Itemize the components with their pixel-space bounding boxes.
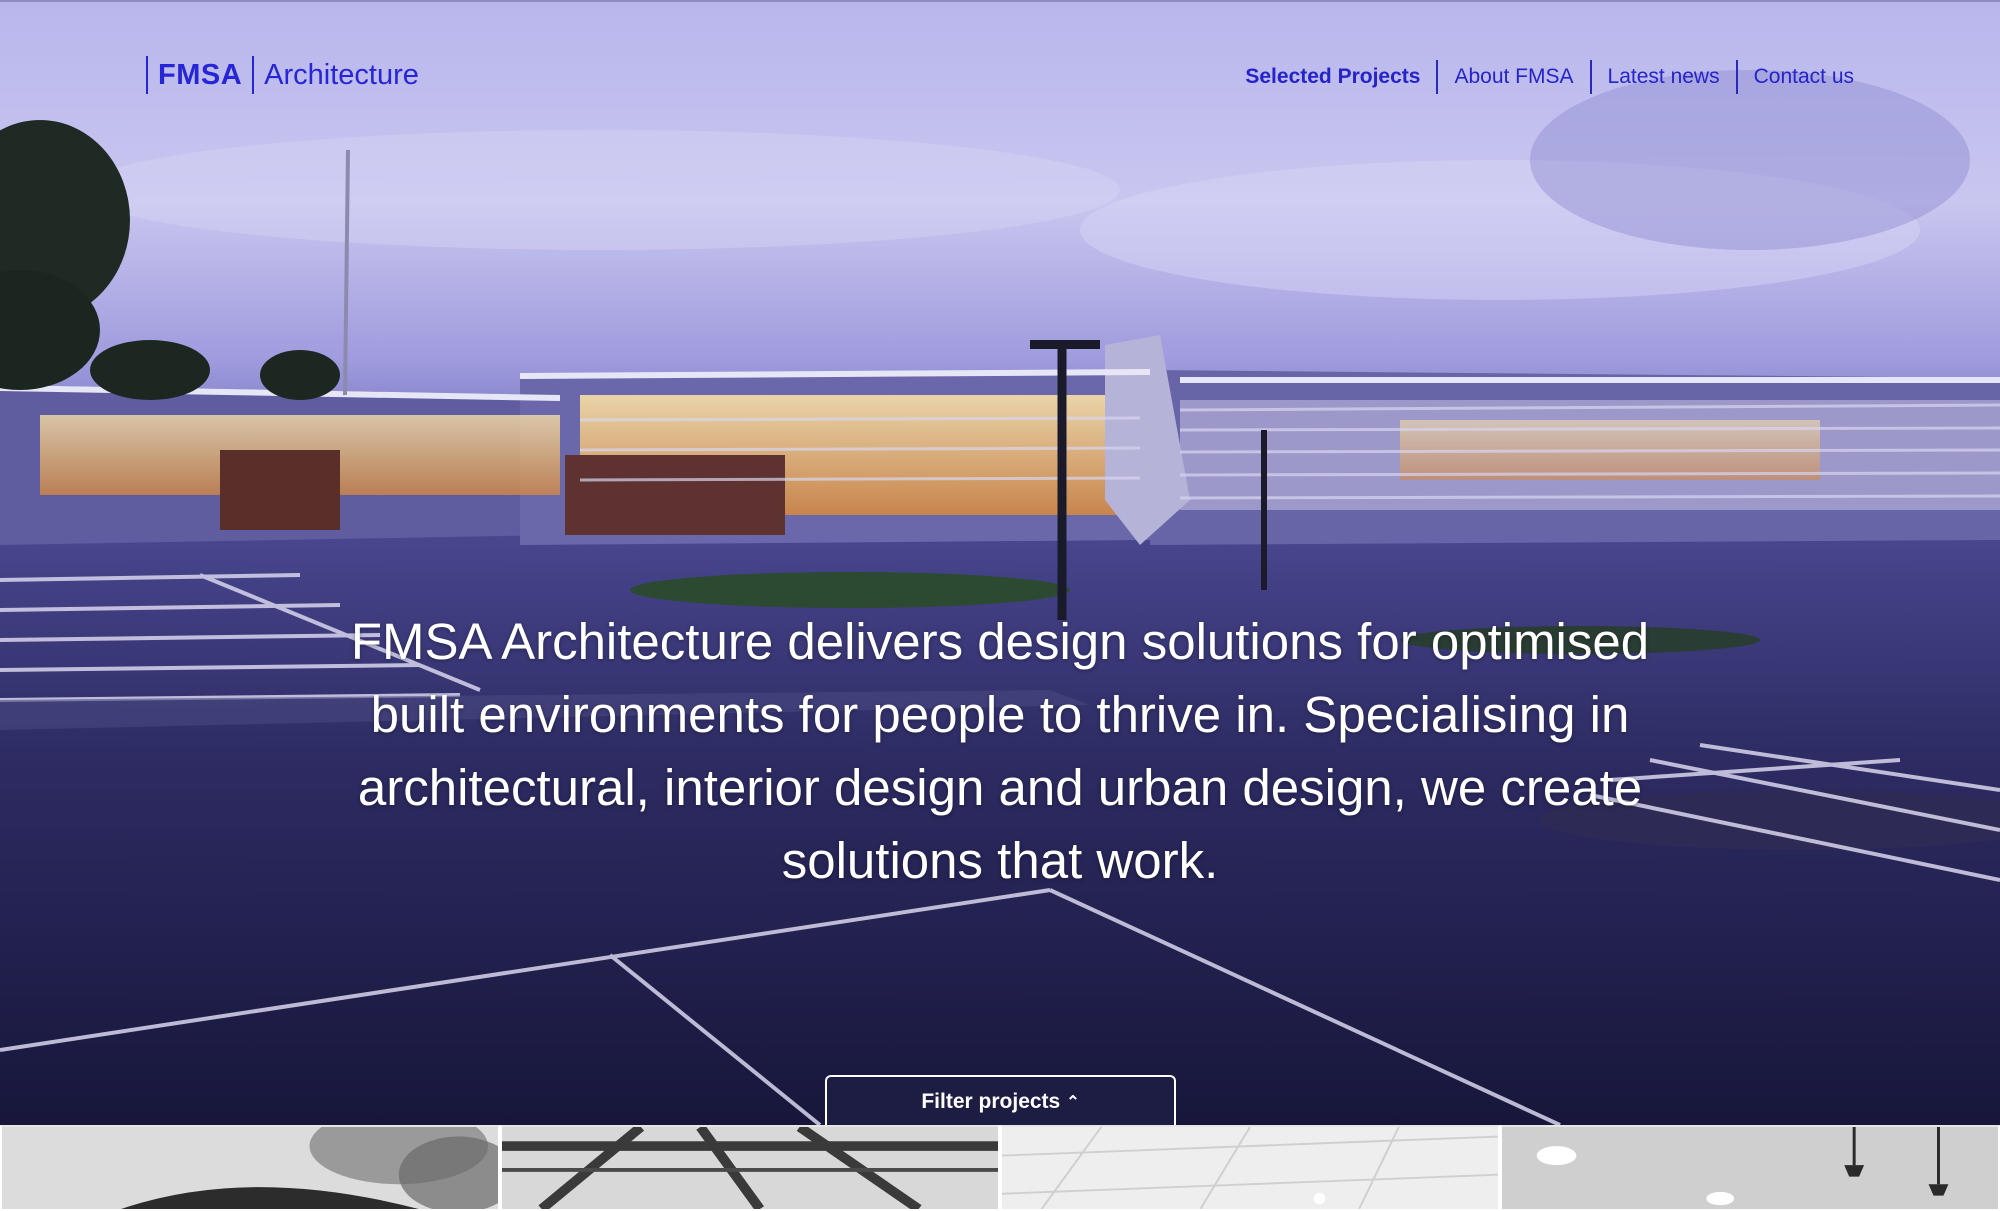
logo-brand: FMSA	[158, 58, 243, 91]
nav-contact[interactable]: Contact us	[1735, 60, 1854, 94]
top-border	[0, 0, 2000, 2]
project-thumbnail-image	[2, 1127, 498, 1209]
main-nav: Selected Projects About FMSA Latest news…	[1229, 60, 1854, 94]
project-thumbnail[interactable]	[500, 1125, 1000, 1211]
project-thumbnail[interactable]	[1500, 1125, 2000, 1211]
project-thumbnails	[0, 1125, 2000, 1211]
logo-suffix: Architecture	[264, 58, 419, 91]
site-logo[interactable]: FMSA Architecture	[146, 56, 419, 94]
project-thumbnail[interactable]	[0, 1125, 500, 1211]
nav-selected-projects[interactable]: Selected Projects	[1229, 60, 1436, 94]
project-thumbnail[interactable]	[1000, 1125, 1500, 1211]
hero-image	[0, 0, 2000, 1125]
chevron-up-icon: ⌃	[1066, 1093, 1080, 1111]
hero-tagline: FMSA Architecture delivers design soluti…	[350, 613, 1650, 889]
filter-projects-button[interactable]: Filter projects ⌃	[825, 1075, 1176, 1126]
hero-banner	[0, 0, 2000, 1125]
filter-projects-label: Filter projects	[921, 1089, 1061, 1113]
project-thumbnail-image	[1002, 1127, 1498, 1209]
project-thumbnail-image	[502, 1127, 998, 1209]
nav-about[interactable]: About FMSA	[1436, 60, 1589, 94]
nav-latest-news[interactable]: Latest news	[1589, 60, 1736, 94]
project-thumbnail-image	[1502, 1127, 1998, 1209]
